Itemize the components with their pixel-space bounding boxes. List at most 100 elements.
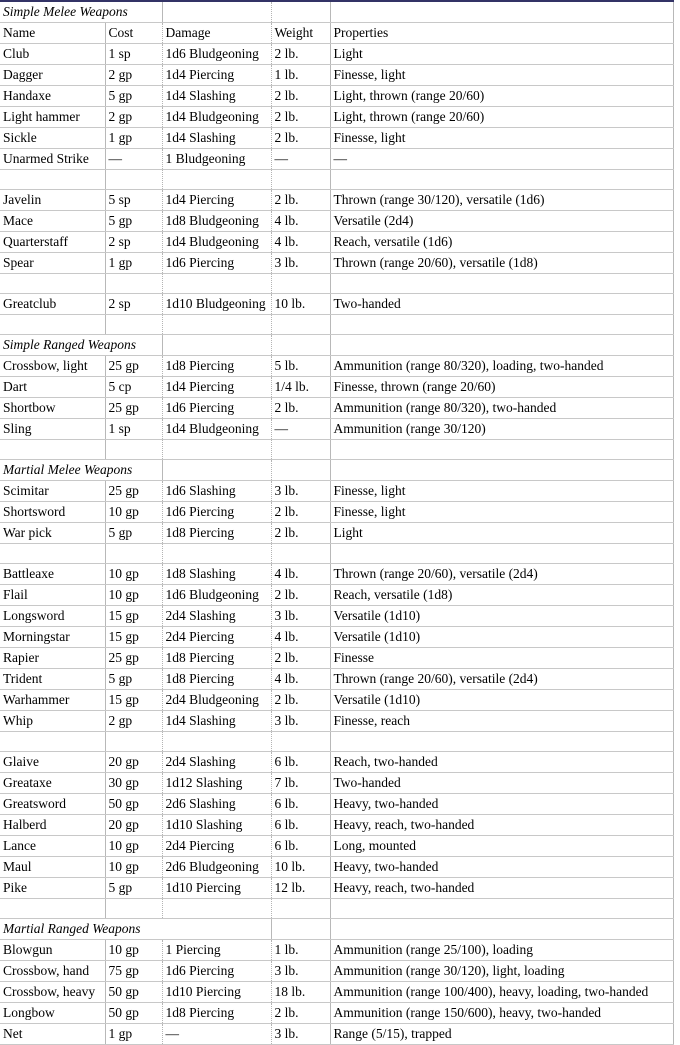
cell-name[interactable]: Light hammer xyxy=(0,106,106,128)
cell-cost[interactable]: 10 gp xyxy=(105,501,163,523)
cell-cost[interactable]: 5 cp xyxy=(105,376,163,398)
empty-cell[interactable] xyxy=(0,439,106,460)
cell-weight[interactable]: 1 lb. xyxy=(271,939,331,961)
empty-cell[interactable] xyxy=(271,731,331,752)
cell-damage[interactable]: 1d4 Piercing xyxy=(162,64,272,86)
cell-properties[interactable]: Light xyxy=(330,43,674,65)
empty-cell[interactable] xyxy=(330,169,674,190)
empty-cell[interactable] xyxy=(0,314,106,335)
cell-weight[interactable]: 5 lb. xyxy=(271,355,331,377)
cell-name[interactable]: Sickle xyxy=(0,127,106,149)
cell-weight[interactable]: 4 lb. xyxy=(271,210,331,232)
cell-properties[interactable]: Heavy, reach, two-handed xyxy=(330,877,674,899)
cell-name[interactable]: Net xyxy=(0,1023,106,1045)
cell-damage[interactable]: 1d6 Bludgeoning xyxy=(162,43,272,65)
cell-damage[interactable]: 2d6 Bludgeoning xyxy=(162,856,272,878)
cell-cost[interactable]: 25 gp xyxy=(105,480,163,502)
cell-name[interactable]: Javelin xyxy=(0,189,106,211)
cell-weight[interactable]: Weight xyxy=(271,22,331,44)
cell-properties[interactable]: Reach, versatile (1d6) xyxy=(330,231,674,253)
cell-properties[interactable]: Two-handed xyxy=(330,293,674,315)
empty-cell[interactable] xyxy=(330,543,674,564)
cell-weight[interactable]: 4 lb. xyxy=(271,231,331,253)
cell-cost[interactable]: 50 gp xyxy=(105,1002,163,1024)
cell-cost[interactable]: 1 gp xyxy=(105,252,163,274)
cell-properties[interactable]: Thrown (range 20/60), versatile (2d4) xyxy=(330,563,674,585)
cell-damage[interactable]: 2d4 Bludgeoning xyxy=(162,689,272,711)
cell-name[interactable]: Club xyxy=(0,43,106,65)
cell-damage[interactable]: 2d6 Slashing xyxy=(162,793,272,815)
cell-properties[interactable]: Properties xyxy=(330,22,674,44)
cell-properties[interactable]: Heavy, reach, two-handed xyxy=(330,814,674,836)
cell-weight[interactable]: 3 lb. xyxy=(271,1023,331,1045)
cell-properties[interactable]: Range (5/15), trapped xyxy=(330,1023,674,1045)
cell-damage[interactable]: 1d6 Piercing xyxy=(162,960,272,982)
cell-weight[interactable]: 2 lb. xyxy=(271,189,331,211)
cell-name[interactable]: Maul xyxy=(0,856,106,878)
cell-weight[interactable]: 12 lb. xyxy=(271,877,331,899)
cell-damage[interactable]: 1d8 Piercing xyxy=(162,1002,272,1024)
cell-weight[interactable]: 3 lb. xyxy=(271,480,331,502)
cell-damage[interactable]: 1d4 Piercing xyxy=(162,376,272,398)
cell-cost[interactable]: 25 gp xyxy=(105,397,163,419)
cell-weight[interactable]: 6 lb. xyxy=(271,835,331,857)
cell-properties[interactable]: Finesse xyxy=(330,647,674,669)
cell-name[interactable]: Rapier xyxy=(0,647,106,669)
section-title[interactable]: Martial Melee Weapons xyxy=(0,459,163,481)
cell-properties[interactable]: Versatile (1d10) xyxy=(330,626,674,648)
cell-weight[interactable]: 7 lb. xyxy=(271,772,331,794)
cell-weight[interactable]: 3 lb. xyxy=(271,710,331,732)
cell-weight[interactable]: 4 lb. xyxy=(271,563,331,585)
cell-properties[interactable]: Long, mounted xyxy=(330,835,674,857)
empty-cell[interactable] xyxy=(271,334,331,356)
cell-weight[interactable]: 2 lb. xyxy=(271,522,331,544)
cell-name[interactable]: Whip xyxy=(0,710,106,732)
empty-cell[interactable] xyxy=(105,169,163,190)
empty-cell[interactable] xyxy=(330,273,674,294)
cell-weight[interactable]: 2 lb. xyxy=(271,85,331,107)
cell-damage[interactable]: 1 Bludgeoning xyxy=(162,148,272,170)
cell-damage[interactable]: 2d4 Piercing xyxy=(162,626,272,648)
cell-damage[interactable]: 1d6 Slashing xyxy=(162,480,272,502)
cell-cost[interactable]: 15 gp xyxy=(105,605,163,627)
cell-damage[interactable]: 1d6 Piercing xyxy=(162,397,272,419)
cell-weight[interactable]: 10 lb. xyxy=(271,856,331,878)
cell-cost[interactable]: 2 gp xyxy=(105,710,163,732)
cell-name[interactable]: Scimitar xyxy=(0,480,106,502)
empty-cell[interactable] xyxy=(330,439,674,460)
cell-weight[interactable]: 2 lb. xyxy=(271,43,331,65)
cell-damage[interactable]: 1d10 Slashing xyxy=(162,814,272,836)
cell-damage[interactable]: 1d4 Bludgeoning xyxy=(162,418,272,440)
cell-properties[interactable]: Finesse, light xyxy=(330,501,674,523)
empty-cell[interactable] xyxy=(271,0,331,23)
cell-name[interactable]: War pick xyxy=(0,522,106,544)
cell-weight[interactable]: 2 lb. xyxy=(271,689,331,711)
cell-name[interactable]: Glaive xyxy=(0,751,106,773)
empty-cell[interactable] xyxy=(162,273,272,294)
empty-cell[interactable] xyxy=(330,334,674,356)
cell-name[interactable]: Handaxe xyxy=(0,85,106,107)
cell-damage[interactable]: 1d6 Bludgeoning xyxy=(162,584,272,606)
section-title[interactable]: Martial Ranged Weapons xyxy=(0,918,272,940)
empty-cell[interactable] xyxy=(162,0,272,23)
cell-properties[interactable]: Light xyxy=(330,522,674,544)
cell-properties[interactable]: Thrown (range 20/60), versatile (1d8) xyxy=(330,252,674,274)
cell-weight[interactable]: 1 lb. xyxy=(271,64,331,86)
cell-properties[interactable]: Heavy, two-handed xyxy=(330,856,674,878)
cell-name[interactable]: Morningstar xyxy=(0,626,106,648)
cell-damage[interactable]: 1d8 Piercing xyxy=(162,355,272,377)
cell-cost[interactable]: 10 gp xyxy=(105,584,163,606)
cell-damage[interactable]: 1 Piercing xyxy=(162,939,272,961)
cell-name[interactable]: Spear xyxy=(0,252,106,274)
cell-weight[interactable]: 1/4 lb. xyxy=(271,376,331,398)
cell-damage[interactable]: 1d4 Bludgeoning xyxy=(162,231,272,253)
cell-cost[interactable]: Cost xyxy=(105,22,163,44)
empty-cell[interactable] xyxy=(105,314,163,335)
cell-properties[interactable]: Finesse, light xyxy=(330,64,674,86)
cell-properties[interactable]: Ammunition (range 80/320), two-handed xyxy=(330,397,674,419)
empty-cell[interactable] xyxy=(271,918,331,940)
cell-damage[interactable]: 1d4 Slashing xyxy=(162,127,272,149)
cell-cost[interactable]: 10 gp xyxy=(105,856,163,878)
cell-name[interactable]: Crossbow, heavy xyxy=(0,981,106,1003)
cell-name[interactable]: Battleaxe xyxy=(0,563,106,585)
